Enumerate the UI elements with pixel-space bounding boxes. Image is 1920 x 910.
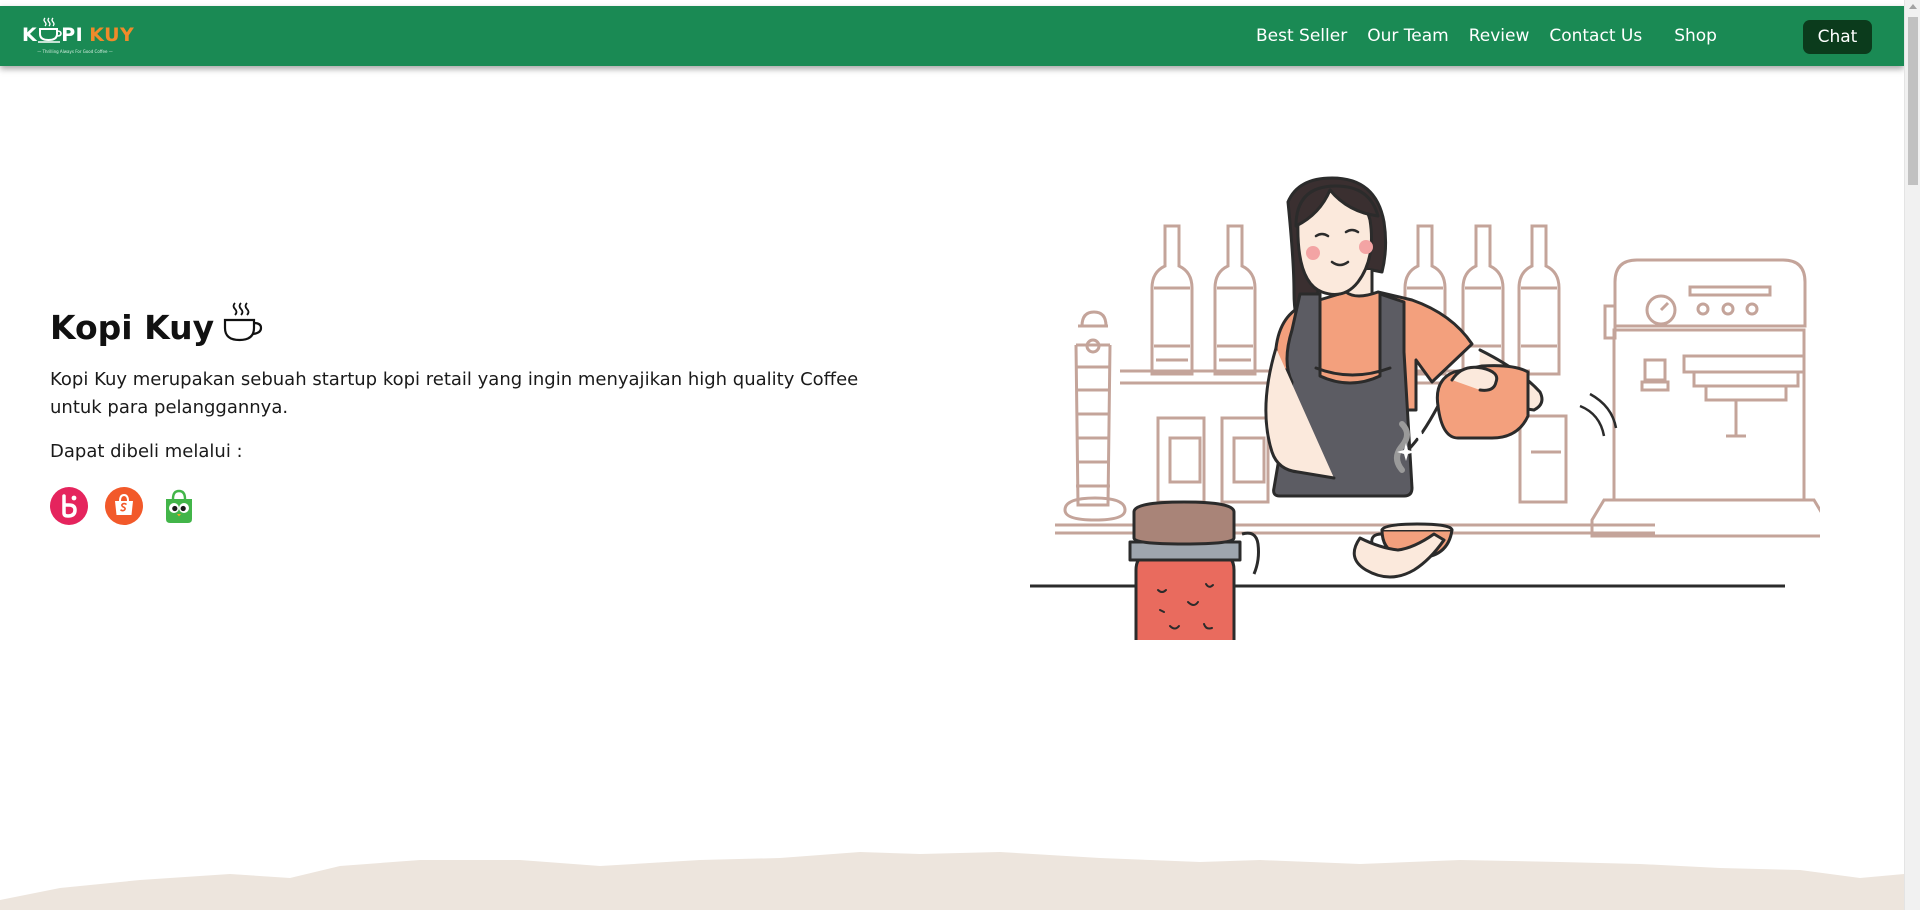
coffee-cup-logo-icon [38,17,62,43]
coffee-cup-icon [223,302,263,342]
nav-contact-us[interactable]: Contact Us [1549,26,1642,46]
nav-shop[interactable]: Shop [1674,26,1717,46]
nav-best-seller[interactable]: Best Seller [1256,26,1347,46]
hero-description: Kopi Kuy merupakan sebuah startup kopi r… [50,369,859,418]
footer-wave [0,852,1904,910]
logo-letters-kuy: KUY [89,24,135,46]
tokopedia-store-link[interactable] [160,487,198,525]
blibli-icon [50,487,88,525]
brand-tagline: — Thrilling Always For Good Coffee — [37,49,113,54]
vertical-scrollbar[interactable] [1904,0,1920,910]
hero-title-text: Kopi Kuy [50,308,215,347]
scrollbar-thumb[interactable] [1908,17,1918,185]
chat-button[interactable]: Chat [1803,20,1872,54]
nav-our-team[interactable]: Our Team [1367,26,1448,46]
buy-channels-label: Dapat dibeli melalui : [50,441,243,462]
scroll-up-arrow-icon[interactable] [1909,4,1917,9]
blibli-store-link[interactable] [50,487,88,525]
store-links [50,487,215,525]
hero-title: Kopi Kuy [50,300,264,348]
main-nav: Best Seller Our Team Review Contact Us S… [1256,6,1737,66]
logo-letters-pi: PI [61,24,84,46]
shopee-store-link[interactable] [105,487,143,525]
page: K PI KUY — Thrilling Always For Good Coffe… [0,0,1904,910]
tokopedia-icon [166,489,192,523]
navbar: K PI KUY — Thrilling Always For Good Coffe… [0,6,1904,66]
shopee-icon [105,487,143,525]
barista-illustration [1030,176,1820,640]
logo-letter-k: K [22,24,38,46]
nav-review[interactable]: Review [1469,26,1530,46]
brand-logo[interactable]: K PI KUY — Thrilling Always For Good Coffe… [22,16,134,58]
